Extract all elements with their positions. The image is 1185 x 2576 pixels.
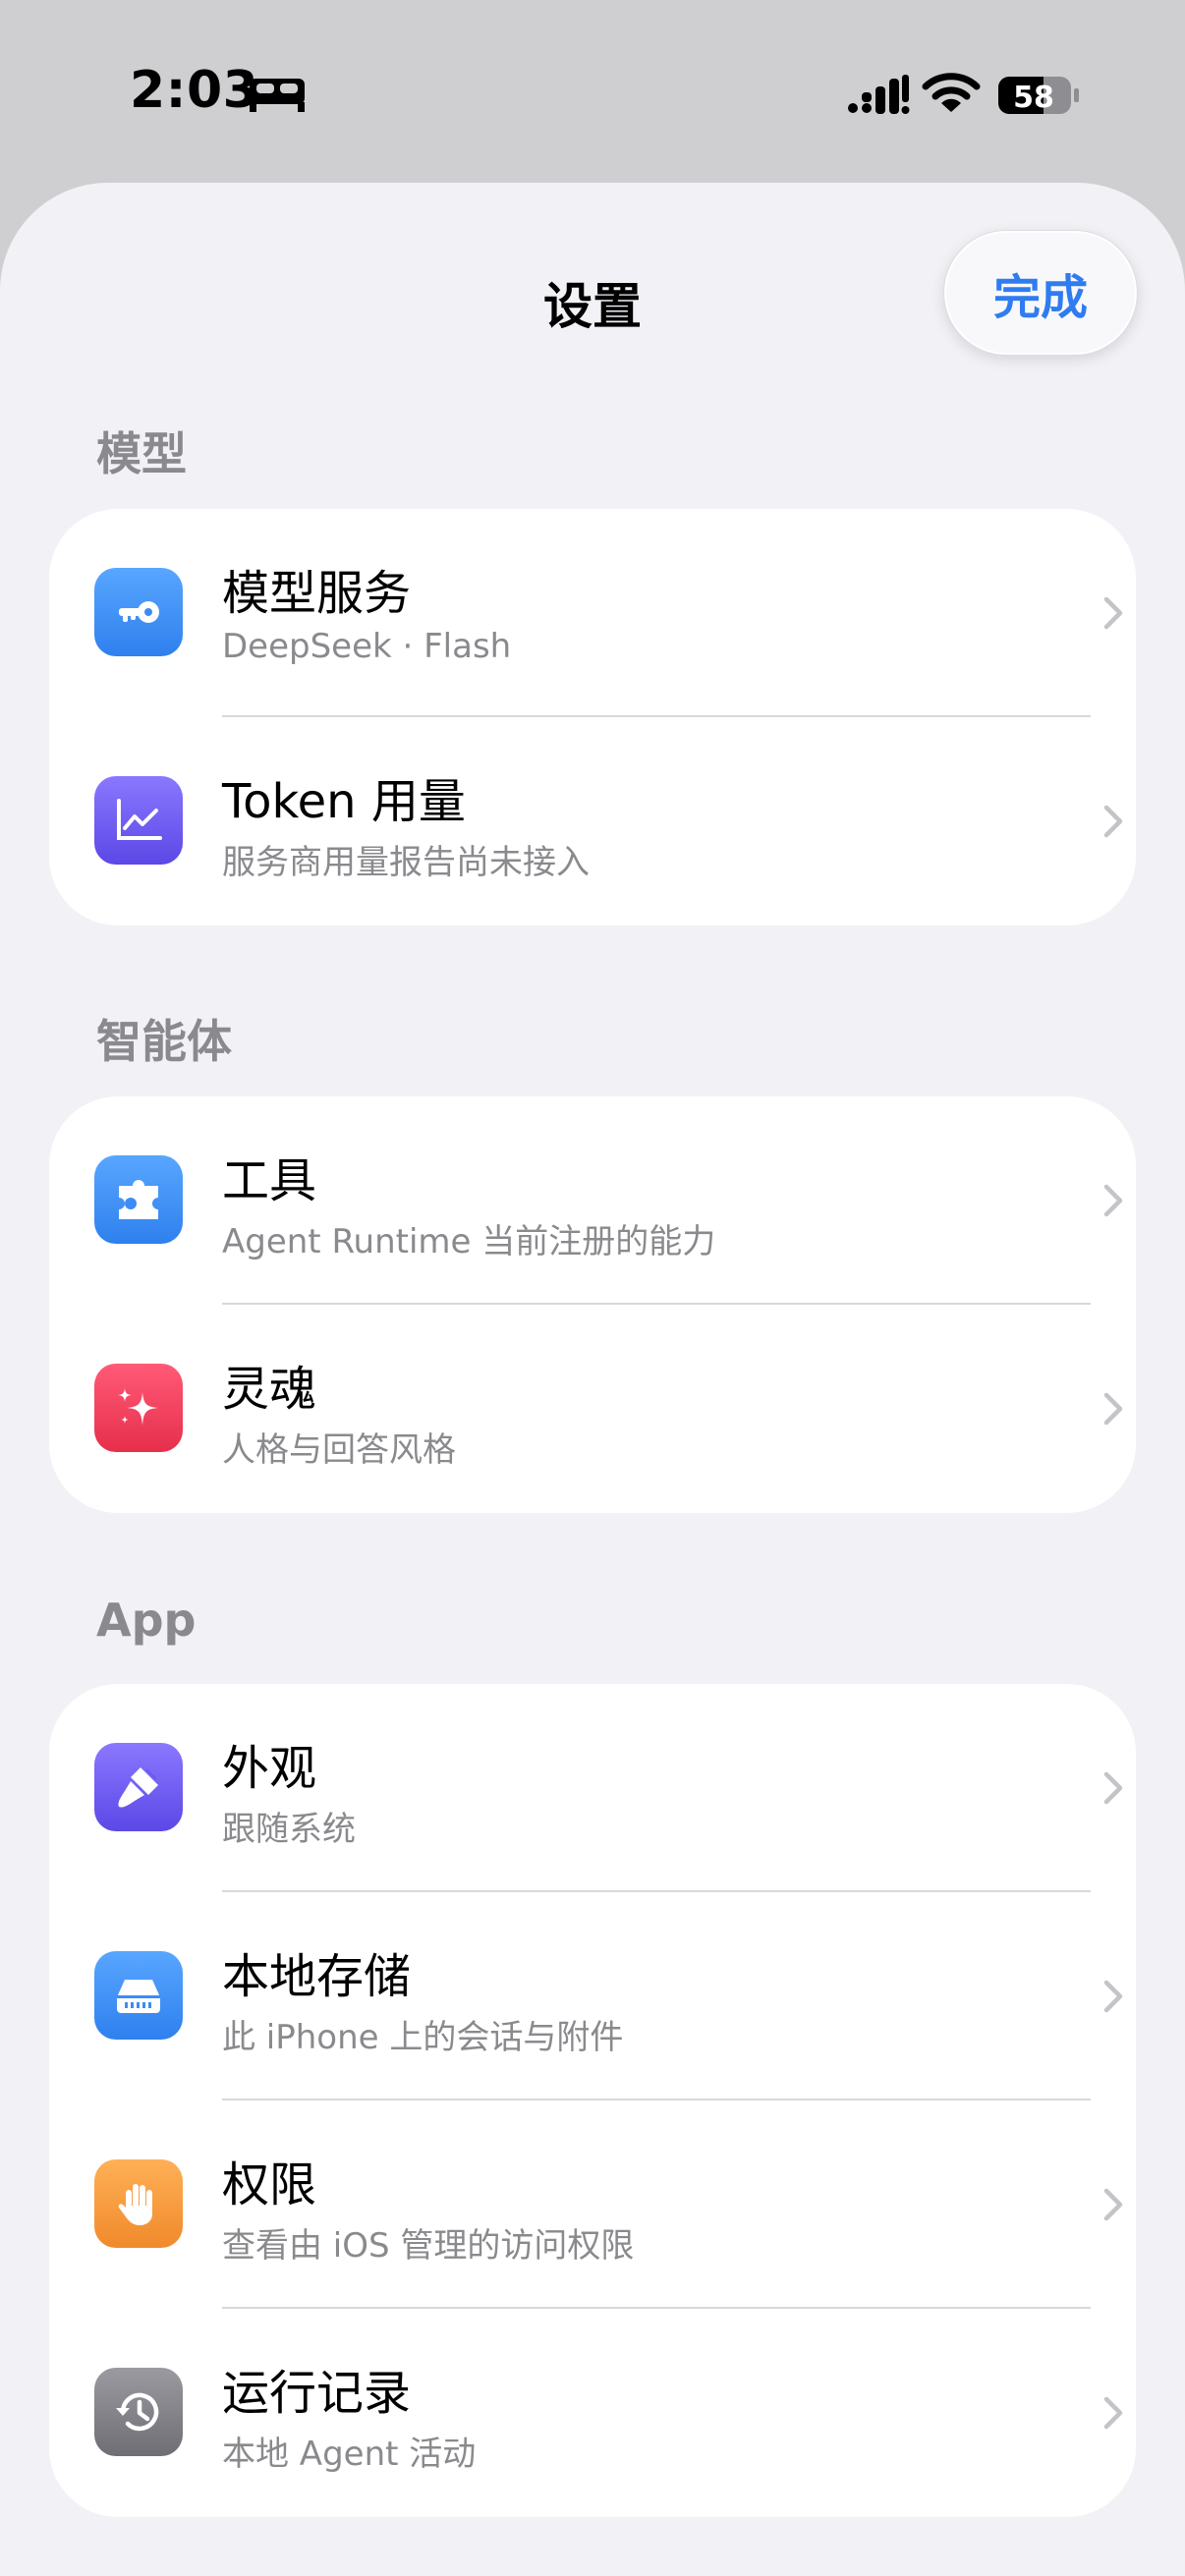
status-time: 2:03: [130, 61, 259, 120]
sleep-focus-icon: [250, 79, 305, 112]
row-permissions[interactable]: 权限 查看由 iOS 管理的访问权限: [49, 2100, 1136, 2309]
section-header-model: 模型: [96, 427, 187, 480]
section-header-app: App: [96, 1594, 197, 1647]
section-header-agent: 智能体: [96, 1015, 232, 1068]
chevron-right-icon: [1103, 1771, 1123, 1805]
row-subtitle: 人格与回答风格: [222, 1430, 456, 1470]
row-subtitle: 本地 Agent 活动: [222, 2435, 477, 2474]
row-subtitle: Agent Runtime 当前注册的能力: [222, 1222, 716, 1261]
puzzle-icon: [94, 1155, 183, 1244]
sparkles-icon: [94, 1364, 183, 1452]
row-title: 本地存储: [222, 1949, 412, 2004]
row-title: 工具: [222, 1153, 317, 1208]
group-model: 模型服务 DeepSeek · Flash Token 用量 服务商用量报告尚未…: [49, 509, 1136, 925]
row-appearance[interactable]: 外观 跟随系统: [49, 1684, 1136, 1892]
row-activity-log[interactable]: 运行记录 本地 Agent 活动: [49, 2309, 1136, 2517]
battery-level: 58: [1013, 81, 1054, 115]
paintbrush-icon: [94, 1743, 183, 1831]
chevron-right-icon: [1103, 1392, 1123, 1426]
row-title: Token 用量: [222, 774, 466, 829]
chevron-right-icon: [1103, 2396, 1123, 2430]
row-title: 外观: [222, 1741, 317, 1796]
row-local-storage[interactable]: 本地存储 此 iPhone 上的会话与附件: [49, 1892, 1136, 2100]
row-token-usage[interactable]: Token 用量 服务商用量报告尚未接入: [49, 717, 1136, 925]
chevron-right-icon: [1103, 596, 1123, 630]
row-soul[interactable]: 灵魂 人格与回答风格: [49, 1305, 1136, 1513]
chevron-right-icon: [1103, 805, 1123, 838]
history-icon: [94, 2368, 183, 2456]
chevron-right-icon: [1103, 1184, 1123, 1217]
row-title: 模型服务: [222, 566, 412, 621]
group-app: 外观 跟随系统 本地存储 此 iPhone 上的会话与附件 权限 查看由 iOS…: [49, 1684, 1136, 2517]
wifi-icon: [922, 73, 981, 112]
battery-icon: 58: [996, 73, 1081, 118]
status-bar: 2:03 58: [0, 0, 1185, 187]
hand-icon: [94, 2159, 183, 2248]
chevron-right-icon: [1103, 2188, 1123, 2221]
key-icon: [94, 568, 183, 656]
row-tools[interactable]: 工具 Agent Runtime 当前注册的能力: [49, 1096, 1136, 1305]
group-agent: 工具 Agent Runtime 当前注册的能力 灵魂 人格与回答风格: [49, 1096, 1136, 1513]
row-title: 运行记录: [222, 2366, 412, 2421]
row-title: 权限: [222, 2157, 317, 2212]
row-subtitle: 服务商用量报告尚未接入: [222, 843, 590, 882]
row-model-service[interactable]: 模型服务 DeepSeek · Flash: [49, 509, 1136, 717]
done-button[interactable]: 完成: [943, 230, 1138, 356]
row-subtitle: 查看由 iOS 管理的访问权限: [222, 2226, 635, 2266]
row-subtitle: DeepSeek · Flash: [222, 627, 512, 666]
row-title: 灵魂: [222, 1362, 317, 1417]
chevron-right-icon: [1103, 1980, 1123, 2013]
cellular-signal-icon: [848, 75, 910, 114]
row-subtitle: 跟随系统: [222, 1810, 356, 1849]
row-subtitle: 此 iPhone 上的会话与附件: [222, 2018, 624, 2057]
chart-icon: [94, 776, 183, 865]
drive-icon: [94, 1951, 183, 2040]
